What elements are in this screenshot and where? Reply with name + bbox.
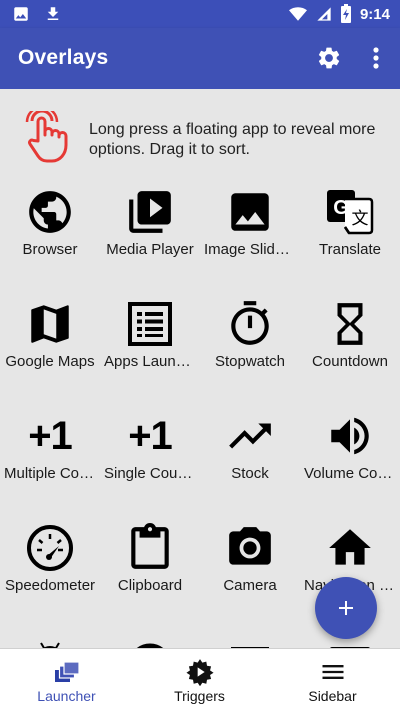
bottom-navigation: Launcher Triggers Sidebar [0,648,400,711]
touch-hand-icon [25,111,68,163]
hint-text: Long press a floating app to reveal more… [89,121,376,158]
download-notification-icon [47,7,59,20]
stopwatch-icon [231,301,269,345]
app-tile-camera[interactable]: Camera [200,515,300,627]
more-options-icon[interactable] [366,45,386,71]
page-title: Overlays [18,46,109,69]
app-label: Countdown [312,353,388,370]
app-label: Multiple Counters [4,465,96,482]
app-tile-image-slideshow[interactable]: Image Slideshow [200,179,300,291]
globe-icon [29,191,71,233]
app-tile-single-counter[interactable]: +1 Single Counter [100,403,200,515]
app-tile-clipboard[interactable]: Clipboard [100,515,200,627]
note-icon [231,647,269,648]
image-icon [231,193,269,231]
app-tile-volume-control[interactable]: Volume Control [300,403,400,515]
translate-icon: G 文 [327,190,374,235]
app-label: Browser [22,241,78,258]
trigger-icon [186,659,214,686]
speedometer-icon [27,525,73,571]
app-label: Camera [223,577,277,594]
menu-icon [322,665,344,679]
app-label: Google Maps [5,353,95,370]
app-tile-partial[interactable] [200,627,300,648]
app-bar: Overlays [0,28,400,89]
app-label: Speedometer [4,577,96,594]
app-tile-media-player[interactable]: Media Player [100,179,200,291]
nav-tab-launcher[interactable]: Launcher [0,649,133,711]
app-tile-countdown[interactable]: Countdown [300,291,400,403]
app-label: Single Counter [104,465,196,482]
plus-one-icon: +1 [128,414,173,458]
status-bar: 9:14 [0,0,400,28]
plus-one-icon: +1 [28,414,73,458]
app-tile-stopwatch[interactable]: Stopwatch [200,291,300,403]
settings-gear-icon[interactable] [316,45,342,71]
overlay-list[interactable]: Long press a floating app to reveal more… [0,89,400,648]
layers-icon [55,661,80,682]
svg-text:G: G [333,197,349,219]
signal-icon [317,7,331,21]
app-label: Clipboard [117,577,183,594]
wifi-icon [288,7,307,21]
map-icon [31,305,69,343]
nav-label: Launcher [37,688,96,704]
add-icon [339,601,353,615]
nav-tab-triggers[interactable]: Triggers [133,649,266,711]
app-tile-multiple-counters[interactable]: +1 Multiple Counters [0,403,100,515]
app-label: Stock [231,465,269,482]
volume-icon [331,417,369,455]
android-icon [40,642,60,648]
battery-charging-icon [340,4,351,23]
clipboard-icon [131,523,169,569]
trending-icon [229,423,271,449]
hourglass-icon [337,303,363,345]
circle-icon [136,643,164,648]
app-label: Apps Launcher [104,353,196,370]
app-tile-partial[interactable] [0,627,100,648]
nav-tab-sidebar[interactable]: Sidebar [266,649,399,711]
camera-icon [229,527,271,565]
nav-label: Triggers [174,688,225,704]
home-icon [329,529,371,565]
app-label: Volume Control [304,465,396,482]
app-label: Image Slideshow [204,241,296,258]
app-label: Media Player [106,241,194,258]
media-player-icon [129,191,171,233]
app-label: Stopwatch [214,353,286,370]
app-tile-google-maps[interactable]: Google Maps [0,291,100,403]
list-icon [128,302,172,346]
app-tile-translate[interactable]: G 文 Translate [300,179,400,291]
status-time: 9:14 [359,5,390,23]
app-tile-speedometer[interactable]: Speedometer [0,515,100,627]
app-tile-browser[interactable]: Browser [0,179,100,291]
image-notification-icon [14,7,28,21]
nav-label: Sidebar [308,688,357,704]
app-tile-apps-launcher[interactable]: Apps Launcher [100,291,200,403]
hint-banner: Long press a floating app to reveal more… [0,89,400,179]
app-tile-partial[interactable] [100,627,200,648]
svg-text:文: 文 [352,209,369,229]
app-label: Translate [319,241,381,258]
add-overlay-button[interactable] [315,577,377,639]
app-tile-stock[interactable]: Stock [200,403,300,515]
